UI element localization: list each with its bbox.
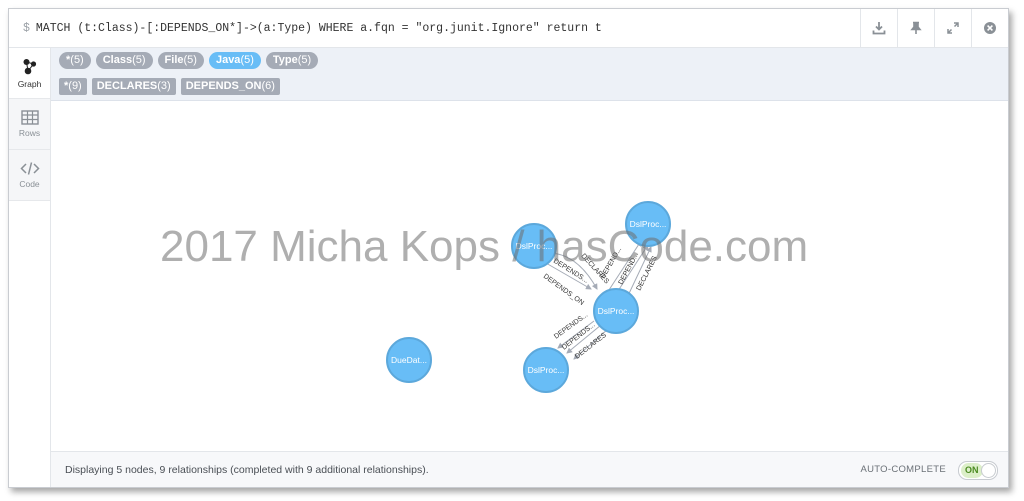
graph-svg: DEPENDS... DEPENDS_ON DECLARES DEPEND...… [386, 201, 671, 393]
rel-count: (9) [68, 80, 82, 92]
label-count: (5) [297, 54, 312, 66]
view-sidebar: Graph Rows Code [9, 48, 51, 487]
download-button[interactable] [860, 9, 897, 47]
sidebar-item-label: Graph [17, 78, 42, 89]
close-icon [984, 22, 996, 34]
rel-type-row: *(9) DECLARES(3) DEPENDS_ON(6) [59, 78, 280, 95]
pin-button[interactable] [897, 9, 934, 47]
label-count: (5) [132, 54, 146, 66]
node-label-class[interactable]: Class(5) [95, 52, 153, 69]
graph-node[interactable]: DslProc... [511, 223, 557, 269]
rel-type-declares[interactable]: DECLARES(3) [91, 78, 176, 95]
node-label-java[interactable]: Java(5) [208, 52, 261, 69]
toggle-state: ON [961, 463, 983, 478]
query-bar: $ MATCH (t:Class)-[:DEPENDS_ON*]->(a:Typ… [9, 9, 1008, 48]
sidebar-item-label: Code [19, 179, 40, 189]
rel-type-all[interactable]: *(9) [59, 78, 87, 95]
node-caption: DslProc... [630, 219, 667, 229]
label-name: Class [102, 54, 133, 66]
pin-icon [910, 21, 922, 34]
rel-name: DECLARES [96, 80, 158, 92]
label-name: Java [215, 54, 241, 66]
label-name: File [164, 54, 184, 66]
rel-name: DEPENDS_ON [185, 80, 262, 92]
table-icon [20, 110, 39, 125]
toggle-knob [981, 463, 996, 478]
query-actions [860, 9, 1008, 47]
rel-count: (3) [157, 80, 171, 92]
download-icon [872, 22, 886, 35]
sidebar-item-code[interactable]: Code [9, 150, 50, 201]
query-text[interactable]: MATCH (t:Class)-[:DEPENDS_ON*]->(a:Type)… [36, 22, 602, 35]
node-label-file[interactable]: File(5) [157, 52, 204, 69]
legend-bar: *(5) Class(5) File(5) Java(5) Type(5) *(… [51, 48, 1008, 101]
autocomplete-toggle[interactable]: ON [958, 461, 998, 480]
node-caption: DslProc... [516, 241, 553, 251]
sidebar-item-rows[interactable]: Rows [9, 99, 50, 150]
node-caption: DueDat... [391, 355, 427, 365]
graph-node[interactable]: DueDat... [386, 337, 432, 383]
query-prompt: $ [23, 21, 30, 35]
close-button[interactable] [971, 9, 1008, 47]
graph-node[interactable]: DslProc... [523, 347, 569, 393]
sidebar-item-label: Rows [18, 128, 41, 138]
label-count: (5) [240, 54, 254, 66]
rel-count: (6) [261, 80, 275, 92]
node-label-type[interactable]: Type(5) [265, 52, 319, 69]
label-name: Type [272, 54, 298, 66]
graph-node[interactable]: DslProc... [625, 201, 671, 247]
expand-icon [947, 22, 959, 34]
label-count: (5) [70, 54, 84, 66]
graph-nodes: DslProc... DslProc... DslProc... DslProc… [386, 201, 671, 393]
node-caption: DslProc... [528, 365, 565, 375]
neo4j-result-frame: $ MATCH (t:Class)-[:DEPENDS_ON*]->(a:Typ… [8, 8, 1009, 488]
graph-node[interactable]: DslProc... [593, 288, 639, 334]
autocomplete-label: AUTO-COMPLETE [860, 464, 946, 475]
code-icon [19, 162, 40, 175]
graph-icon [23, 58, 36, 74]
label-count: (5) [183, 54, 197, 66]
status-text: Displaying 5 nodes, 9 relationships (com… [65, 464, 429, 476]
expand-button[interactable] [934, 9, 971, 47]
edge-label: DEPEND... [600, 246, 624, 280]
graph-canvas[interactable]: DEPENDS... DEPENDS_ON DECLARES DEPEND...… [51, 101, 1008, 451]
edge-label: DEPEND... [618, 252, 641, 286]
sidebar-item-graph[interactable]: Graph [9, 48, 50, 99]
node-caption: DslProc... [598, 306, 635, 316]
node-label-row: *(5) Class(5) File(5) Java(5) Type(5) [59, 52, 319, 69]
status-bar: Displaying 5 nodes, 9 relationships (com… [51, 451, 1008, 487]
rel-type-depends-on[interactable]: DEPENDS_ON(6) [180, 78, 280, 95]
node-label-all[interactable]: *(5) [59, 52, 91, 69]
